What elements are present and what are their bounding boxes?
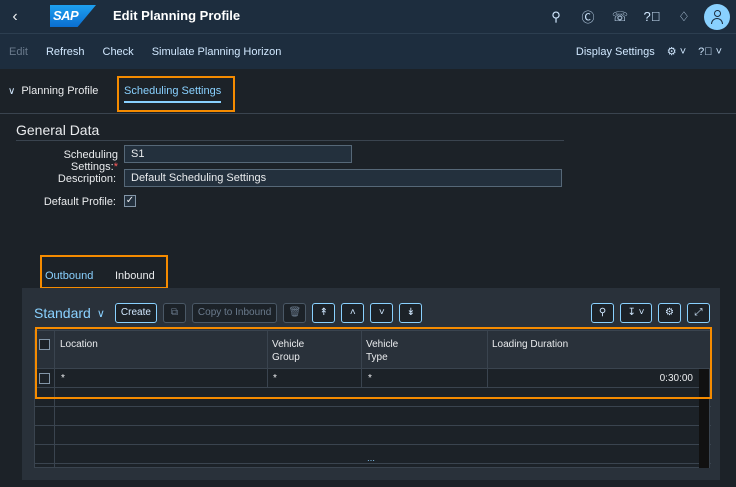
empty-row xyxy=(35,407,711,426)
tab-inbound[interactable]: Inbound xyxy=(115,270,155,282)
search-icon[interactable]: ⚲ xyxy=(540,0,572,33)
move-to-bottom-icon[interactable]: ↡ xyxy=(399,303,423,323)
copilot-icon[interactable]: Ⓒ xyxy=(572,0,604,33)
settings-icon[interactable]: ⚙ xyxy=(658,303,681,323)
table-header: Location Vehicle Group Vehicle Type Loadin… xyxy=(35,331,711,369)
shell-bar: ‹ SAP Edit Planning Profile ⚲ Ⓒ ☏ ?⃝ ♢ xyxy=(0,0,736,33)
copy-icon[interactable]: ⧉ xyxy=(162,303,186,323)
app-title: Edit Planning Profile xyxy=(113,8,241,23)
column-header-loading-duration[interactable]: Loading Duration xyxy=(492,338,568,351)
create-button[interactable]: Create xyxy=(114,303,157,323)
fullscreen-icon[interactable]: ⤢ xyxy=(687,303,710,323)
cell-loading-duration: 0:30:00 xyxy=(659,373,693,384)
description-field[interactable]: Default Scheduling Settings xyxy=(124,169,562,187)
vertical-scrollbar[interactable] xyxy=(699,369,709,468)
empty-row xyxy=(35,388,711,407)
support-icon[interactable]: ☏ xyxy=(604,0,636,33)
data-table: Location Vehicle Group Vehicle Type Loadin… xyxy=(34,330,711,468)
help-icon[interactable]: ?⃝ xyxy=(636,0,668,33)
export-icon[interactable]: ↧ ˅ xyxy=(620,303,652,323)
search-icon[interactable]: ⚲ xyxy=(591,303,614,323)
notification-icon[interactable]: ♢ xyxy=(668,0,700,33)
edit-button[interactable]: Edit xyxy=(0,39,37,65)
move-down-icon[interactable]: ˅ xyxy=(370,303,394,323)
move-up-icon[interactable]: ˄ xyxy=(341,303,365,323)
back-icon[interactable]: ‹ xyxy=(0,0,30,33)
user-avatar-icon[interactable] xyxy=(704,3,730,30)
sap-logo[interactable]: SAP xyxy=(50,5,96,27)
scheduling-settings-label: Scheduling Settings:* xyxy=(63,149,118,173)
tab-scheduling-settings[interactable]: Scheduling Settings xyxy=(124,85,222,103)
select-all-checkbox[interactable] xyxy=(39,339,50,350)
default-profile-checkbox[interactable]: ✓ xyxy=(124,195,136,207)
settings-menu-icon[interactable]: ⚙ ˅ xyxy=(661,39,692,65)
section-divider xyxy=(16,140,564,141)
default-profile-label: Default Profile: xyxy=(43,196,116,208)
simulate-planning-horizon-button[interactable]: Simulate Planning Horizon xyxy=(143,39,291,65)
row-checkbox[interactable] xyxy=(39,373,50,384)
check-button[interactable]: Check xyxy=(94,39,143,65)
copy-to-inbound-button[interactable]: Copy to Inbound xyxy=(191,303,278,323)
cell-location: * xyxy=(61,373,65,384)
column-header-location[interactable]: Location xyxy=(60,338,98,351)
tab-outbound[interactable]: Outbound xyxy=(45,270,94,289)
table-row[interactable]: * * * 0:30:00 xyxy=(35,369,711,388)
tab-bar: ∨ Planning Profile Scheduling Settings xyxy=(0,70,736,114)
delete-icon[interactable]: 🗑 xyxy=(283,303,307,323)
help-menu-icon[interactable]: ?⃝ ˅ xyxy=(692,39,728,65)
scheduling-settings-field[interactable]: S1 xyxy=(124,145,352,163)
tab-planning-profile[interactable]: ∨ Planning Profile xyxy=(8,85,98,97)
display-settings-button[interactable]: Display Settings xyxy=(570,39,661,65)
column-header-vehicle-group[interactable]: Vehicle Group xyxy=(272,338,304,364)
variant-selector[interactable]: Standard xyxy=(34,305,91,321)
cell-vehicle-type: * xyxy=(368,373,372,384)
tab-planning-profile-label: Planning Profile xyxy=(21,85,99,97)
table-toolbar: Standard ∨ Create ⧉ Copy to Inbound 🗑 ↟ … xyxy=(34,300,710,326)
chevron-down-icon[interactable]: ∨ xyxy=(97,307,105,320)
chevron-down-icon: ∨ xyxy=(8,86,16,97)
move-to-top-icon[interactable]: ↟ xyxy=(312,303,336,323)
table-resize-handle[interactable]: ⋯ xyxy=(367,456,376,465)
empty-row xyxy=(35,426,711,445)
cell-vehicle-group: * xyxy=(273,373,277,384)
table-panel: Standard ∨ Create ⧉ Copy to Inbound 🗑 ↟ … xyxy=(22,288,720,480)
description-label: Description: xyxy=(57,173,116,185)
column-header-vehicle-type[interactable]: Vehicle Type xyxy=(366,338,398,364)
refresh-button[interactable]: Refresh xyxy=(37,39,94,65)
object-toolbar: Edit Refresh Check Simulate Planning Hor… xyxy=(0,33,736,69)
section-title-general-data: General Data xyxy=(16,122,100,138)
